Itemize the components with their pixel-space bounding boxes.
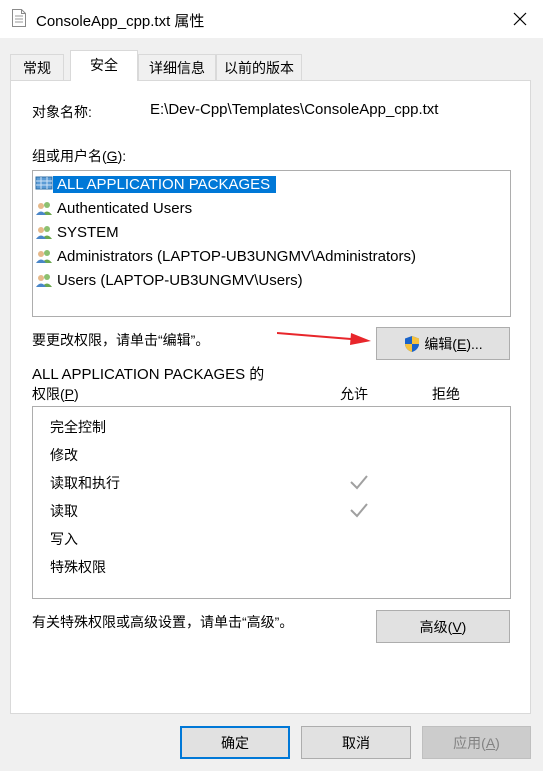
advanced-button-label: 高级(V) [419,618,467,635]
tab-label: 以前的版本 [224,60,294,76]
groups-list[interactable]: ALL APPLICATION PACKAGES Authenticated U… [32,170,511,317]
tab-previous-versions[interactable]: 以前的版本 [216,54,302,80]
groups-label: 组或用户名(G): [32,148,127,164]
permission-read: 读取 [50,503,78,519]
permissions-list[interactable]: 完全控制 修改 读取和执行 读取 写入 特殊权限 [32,406,511,599]
permissions-for-label: ALL APPLICATION PACKAGES 的 [32,366,265,383]
users-group-icon [36,226,52,239]
permissions-label: 权限(P) [32,386,79,402]
cancel-button[interactable]: 取消 [301,726,411,759]
window-title: ConsoleApp_cpp.txt 属性 [36,13,205,30]
advanced-hint: 有关特殊权限或高级设置，请单击“高级”。 [32,614,294,630]
group-name: Authenticated Users [57,199,193,217]
tab-security[interactable]: 安全 [70,50,138,81]
edit-button-label: 编辑(E)... [424,335,483,352]
group-name: ALL APPLICATION PACKAGES [53,175,277,193]
users-group-icon [36,202,52,215]
ok-button-label: 确定 [221,734,249,751]
close-icon [513,12,527,26]
tab-details[interactable]: 详细信息 [138,54,216,80]
apply-button[interactable]: 应用(A) [422,726,531,759]
shield-icon [405,335,420,352]
permission-modify: 修改 [50,447,78,463]
title-bar: ConsoleApp_cpp.txt 属性 [0,0,543,38]
permission-special: 特殊权限 [50,559,106,575]
checkmark-icon [350,503,368,518]
ok-button[interactable]: 确定 [180,726,290,759]
tab-general[interactable]: 常规 [10,54,64,80]
text-file-icon [12,9,26,27]
permission-full-control: 完全控制 [50,419,106,435]
allow-column-header: 允许 [340,386,368,402]
list-item-all-application-packages[interactable]: ALL APPLICATION PACKAGES [35,173,277,195]
red-arrow-annotation [277,332,371,345]
list-item-system[interactable]: SYSTEM [35,221,125,243]
edit-hint: 要更改权限，请单击“编辑”。 [32,332,210,348]
users-group-icon [36,274,52,287]
group-name: Users (LAPTOP-UB3UNGMV\Users) [57,271,303,289]
tab-label: 常规 [23,60,51,76]
permission-read-execute: 读取和执行 [50,475,120,491]
group-name: SYSTEM [57,223,119,241]
group-name: Administrators (LAPTOP-UB3UNGMV\Administ… [57,247,416,265]
cancel-button-label: 取消 [342,734,370,751]
edit-button[interactable]: 编辑(E)... [376,327,510,360]
checkmark-icon [350,475,368,490]
users-group-icon [36,250,52,263]
list-item-users[interactable]: Users (LAPTOP-UB3UNGMV\Users) [35,269,309,291]
app-packages-icon [35,176,53,190]
tab-label: 详细信息 [149,60,205,76]
permission-write: 写入 [50,531,78,547]
advanced-button[interactable]: 高级(V) [376,610,510,643]
deny-column-header: 拒绝 [432,386,460,402]
apply-button-label: 应用(A) [453,734,500,751]
list-item-administrators[interactable]: Administrators (LAPTOP-UB3UNGMV\Administ… [35,245,422,267]
tab-label: 安全 [90,57,118,73]
close-button[interactable] [497,0,543,38]
object-name-label: 对象名称: [32,104,92,120]
list-item-authenticated-users[interactable]: Authenticated Users [35,197,198,219]
object-name-value: E:\Dev-Cpp\Templates\ConsoleApp_cpp.txt [150,101,439,118]
